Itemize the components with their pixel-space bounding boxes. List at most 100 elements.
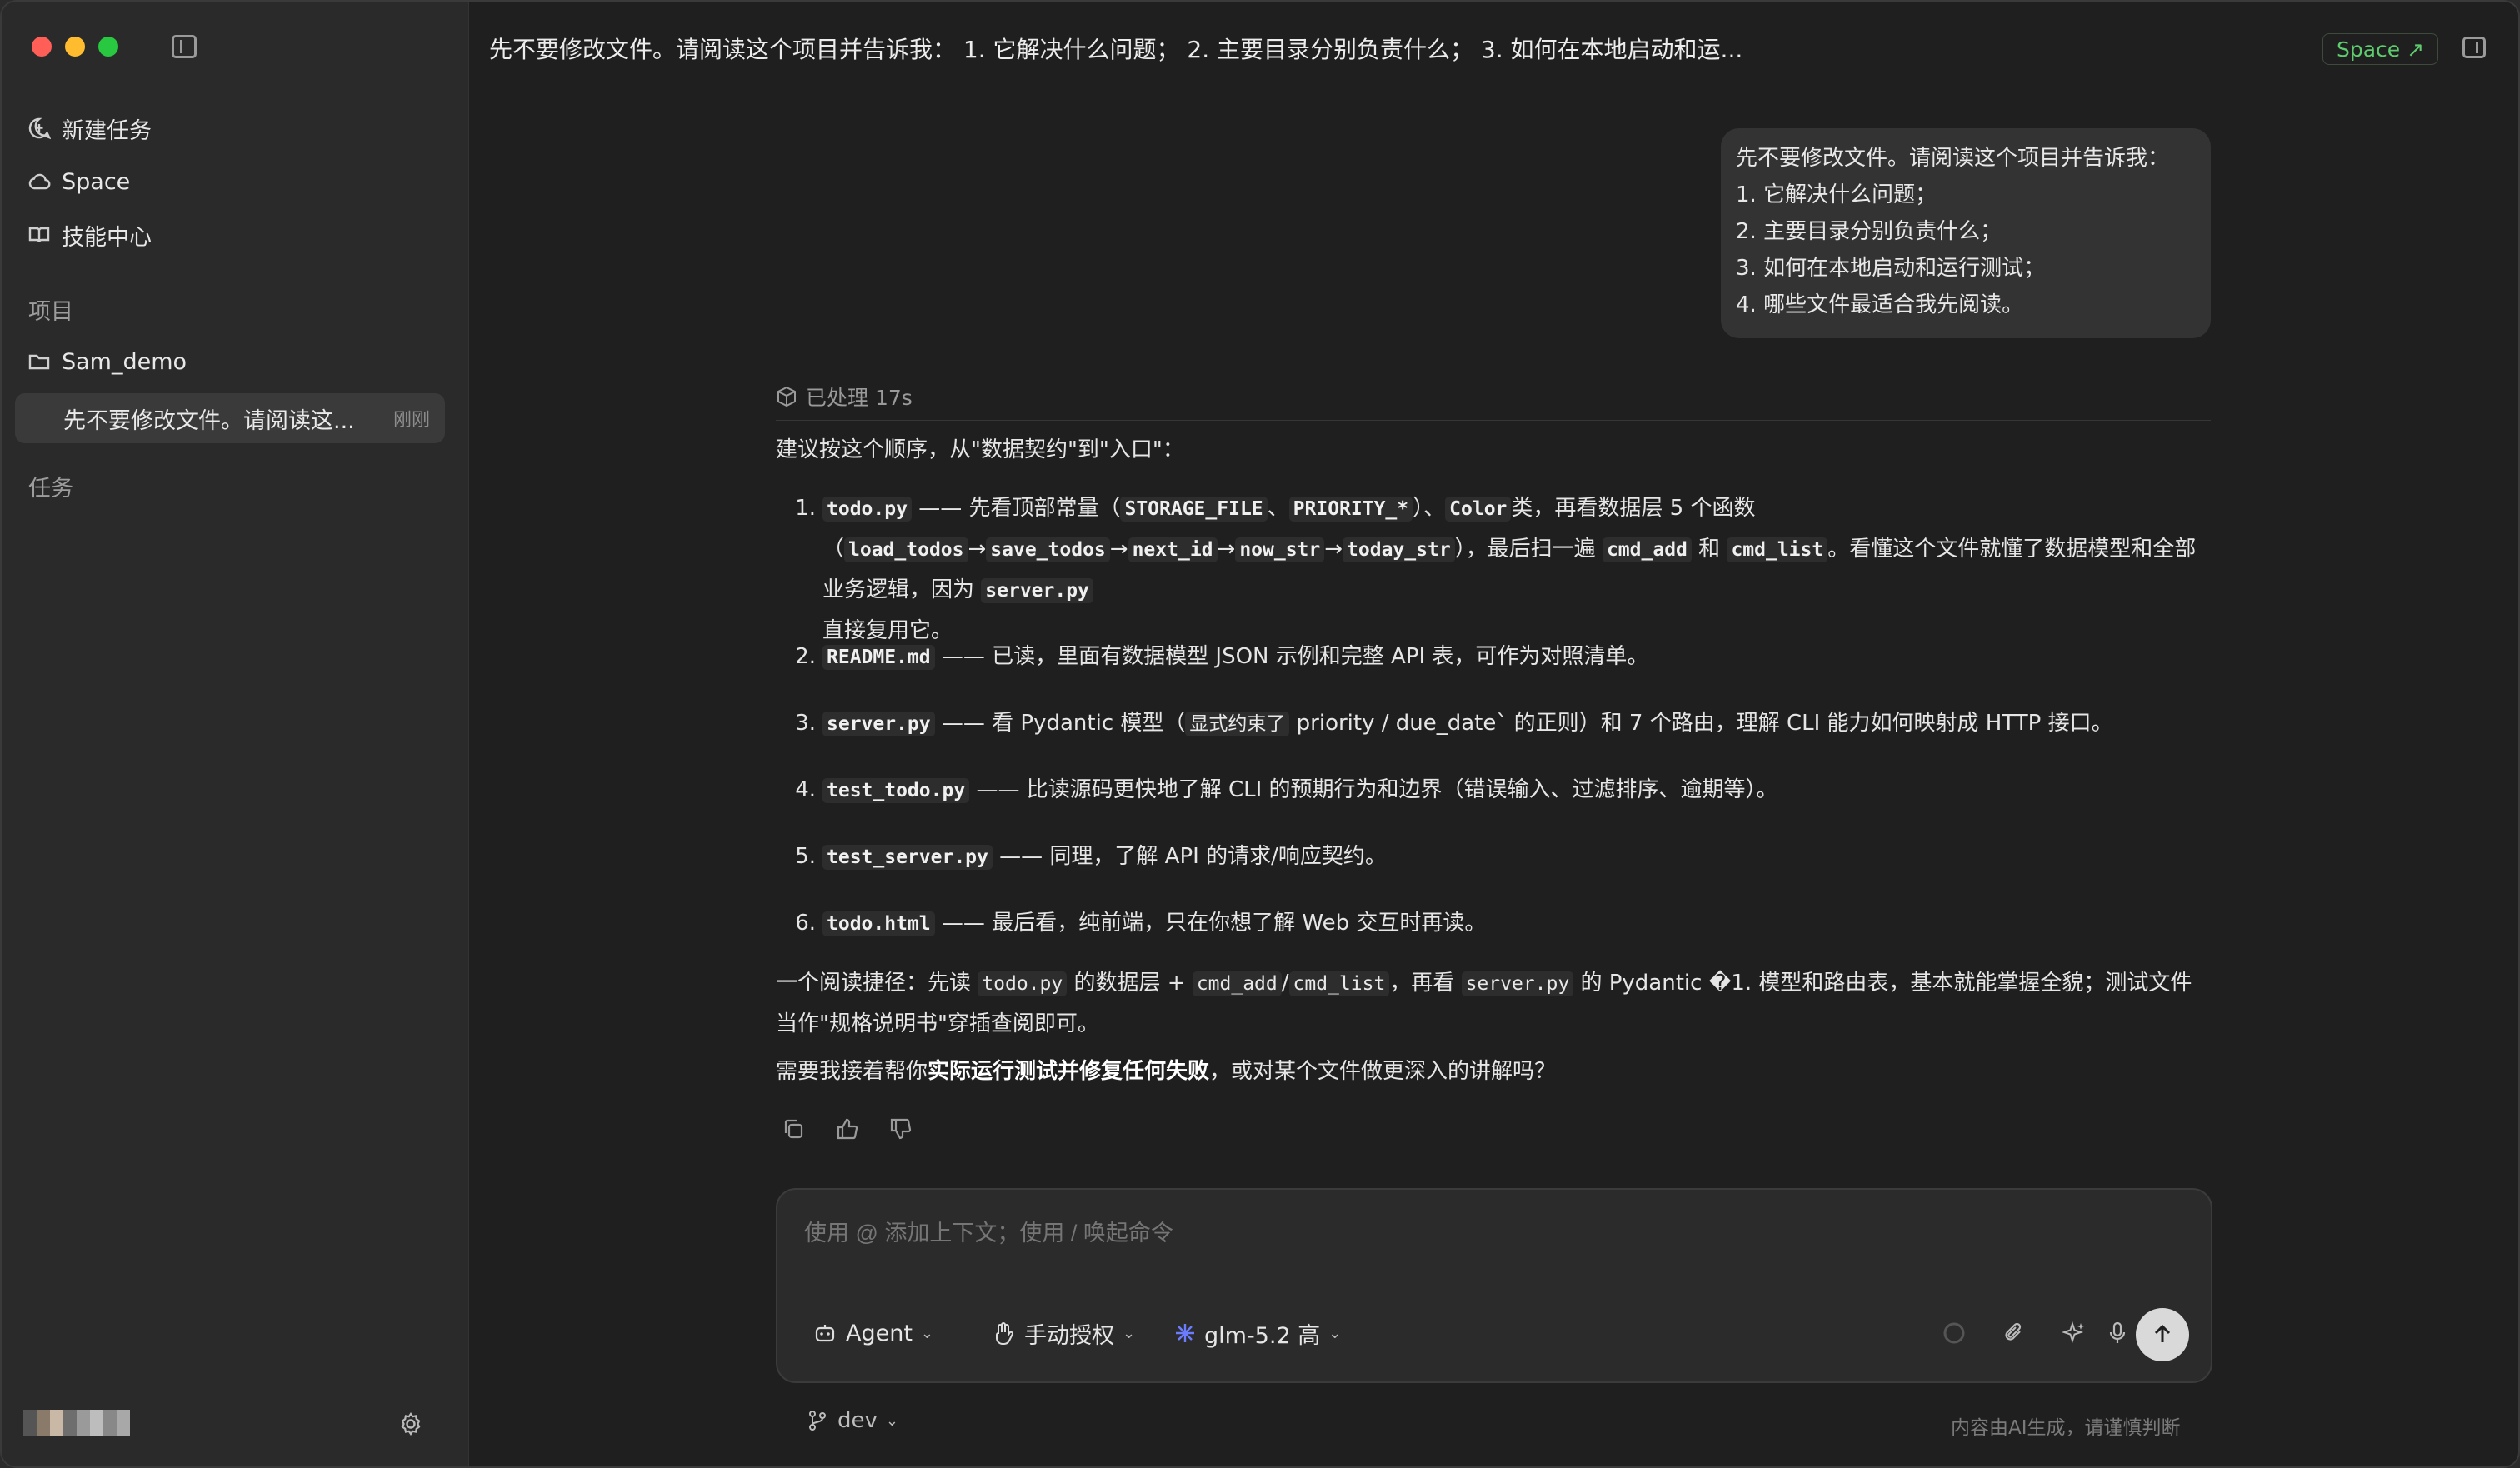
projects-section-label: 项目 [28, 299, 73, 325]
code-segment: Color [1445, 497, 1512, 522]
task-item-active[interactable]: 先不要修改文件。请阅读这... 刚刚 [15, 393, 445, 443]
text-segment: → [1109, 537, 1128, 562]
text-segment: / [1281, 971, 1289, 996]
file-code: todo.html [822, 911, 935, 936]
list-number: 3. [795, 711, 816, 736]
list-body: test_server.py —— 同理，了解 API 的请求/响应契约。 [822, 836, 2212, 877]
text-segment: —— 同理，了解 API 的请求/响应契约。 [999, 844, 1387, 869]
permission-label: 手动授权 [1024, 1322, 1114, 1349]
toggle-panel-icon[interactable] [2462, 37, 2486, 58]
topbar: 先不要修改文件。请阅读这个项目并告诉我： 1. 它解决什么问题； 2. 主要目录… [469, 2, 2518, 93]
message-actions [779, 1115, 914, 1143]
user-message-line: 先不要修改文件。请阅读这个项目并告诉我： [1736, 146, 2170, 171]
bold-segment: 实际运行测试并修复任何失败 [928, 1059, 1210, 1084]
sidebar-item-skills[interactable]: 技能中心 [27, 212, 443, 258]
book-icon [27, 222, 52, 247]
send-button[interactable] [2136, 1308, 2189, 1361]
attachment-icon[interactable] [1998, 1316, 2031, 1350]
sidebar-item-label: Space [62, 168, 131, 195]
processed-status[interactable]: 已处理 17s [776, 382, 912, 412]
avatar[interactable] [23, 1410, 130, 1436]
app-window: 新建任务 Space 技能中心 项目 Sam_demo 先不要修改文件。请阅读这… [0, 0, 2520, 1468]
user-message-line: 3. 如何在本地启动和运行测试； [1736, 256, 2046, 281]
code-segment: server.py [981, 578, 1093, 603]
arrow-up-icon [2154, 1324, 2171, 1342]
answer-closing: 需要我接着帮你实际运行测试并修复任何失败，或对某个文件做更深入的讲解吗？ [776, 1051, 2212, 1091]
text-segment: 和 [1698, 537, 1721, 562]
text-segment: —— 最后看，纯前端，只在你想了解 Web 交互时再读。 [941, 911, 1487, 936]
tasks-section-label: 任务 [28, 476, 73, 502]
project-item[interactable]: Sam_demo [27, 338, 187, 385]
text-segment: ），最后扫一遍 [1454, 537, 1596, 562]
ai-disclaimer: 内容由AI生成，请谨慎判断 [1951, 1417, 2181, 1439]
project-name: Sam_demo [62, 348, 188, 375]
cloud-icon [27, 169, 52, 194]
maximize-window-button[interactable] [98, 37, 118, 57]
text-segment: priority / due_date` 的正则）和 7 个路由，理解 CLI … [1289, 711, 2113, 736]
file-code: test_todo.py [822, 778, 970, 803]
text-segment: 一个阅读捷径：先读 [776, 971, 972, 996]
microphone-icon[interactable] [2101, 1316, 2134, 1350]
text-segment: —— 先看顶部常量（ [918, 496, 1121, 521]
new-task-icon [27, 116, 52, 141]
space-button[interactable]: Space ↗ [2322, 33, 2439, 65]
code-segment: load_todos [844, 537, 968, 562]
sparkle-icon[interactable] [2058, 1316, 2091, 1350]
hand-icon [996, 1322, 1013, 1345]
chevron-down-icon: ⌄ [885, 1411, 898, 1430]
user-message-line: 1. 它解决什么问题； [1736, 182, 1938, 207]
page-title: 先不要修改文件。请阅读这个项目并告诉我： 1. 它解决什么问题； 2. 主要目录… [489, 36, 1743, 63]
main-panel: 先不要修改文件。请阅读这个项目并告诉我： 1. 它解决什么问题； 2. 主要目录… [468, 2, 2518, 1466]
text-segment: —— 比读源码更快地了解 CLI 的预期行为和边界（错误输入、过滤排序、逾期等）… [976, 777, 1778, 802]
prompt-input[interactable] [804, 1215, 2138, 1251]
branch-selector[interactable]: dev ⌄ [806, 1408, 898, 1433]
list-number: 6. [795, 911, 816, 936]
git-branch-icon [809, 1411, 826, 1431]
thumbs-down-icon[interactable] [886, 1115, 914, 1143]
answer-intro: 建议按这个顺序，从"数据契约"到"入口"： [776, 437, 1184, 462]
copy-icon[interactable] [779, 1115, 808, 1143]
code-segment: cmd_list [1727, 537, 1828, 562]
agent-selector[interactable]: Agent ⌄ [812, 1313, 933, 1353]
code-segment: now_str [1235, 537, 1325, 562]
list-number: 5. [795, 844, 816, 869]
code-segment: server.py [1461, 971, 1574, 996]
status-circle-icon[interactable] [1938, 1316, 1971, 1350]
text-segment: —— 看 Pydantic 模型（ [941, 711, 1186, 736]
text-segment: → [1217, 537, 1236, 562]
sidebar-item-space[interactable]: Space [27, 158, 443, 205]
robot-icon [815, 1325, 835, 1342]
chevron-down-icon: ⌄ [1328, 1324, 1342, 1342]
processed-label: 已处理 17s [806, 386, 912, 410]
sidebar-item-label: 新建任务 [62, 117, 152, 144]
text-segment: 需要我接着帮你 [776, 1059, 928, 1084]
cube-icon [776, 386, 798, 407]
chevron-down-icon: ⌄ [920, 1324, 934, 1342]
answer-summary: 一个阅读捷径：先读 todo.py 的数据层 + cmd_add / cmd_lis… [776, 963, 2212, 1044]
agent-label: Agent [846, 1320, 912, 1346]
code-segment: 显式约束了 [1185, 712, 1290, 736]
branch-label: dev [838, 1408, 878, 1433]
thumbs-up-icon[interactable] [832, 1115, 861, 1143]
code-segment: next_id [1128, 537, 1218, 562]
divider [776, 420, 2211, 421]
list-body: todo.py —— 先看顶部常量（ STORAGE_FILE、 PRIORITY_… [822, 488, 2212, 651]
file-code: todo.py [822, 497, 912, 522]
text-segment: → [968, 537, 987, 562]
permission-selector[interactable]: 手动授权 ⌄ [991, 1313, 1135, 1353]
collapse-sidebar-icon[interactable] [172, 35, 197, 58]
sidebar-item-new-task[interactable]: 新建任务 [27, 105, 443, 152]
file-code: server.py [822, 712, 935, 736]
code-segment: PRIORITY_* [1288, 497, 1413, 522]
model-icon [1176, 1324, 1194, 1342]
close-window-button[interactable] [32, 37, 52, 57]
minimize-window-button[interactable] [65, 37, 85, 57]
task-title: 先不要修改文件。请阅读这... [63, 407, 355, 434]
code-segment: STORAGE_FILE [1120, 497, 1268, 522]
gear-icon[interactable] [398, 1411, 423, 1436]
code-segment: todo.py [978, 971, 1068, 996]
text-segment: —— 已读，里面有数据模型 JSON 示例和完整 API 表，可作为对照清单。 [941, 644, 1649, 669]
list-number: 2. [795, 644, 816, 669]
user-message-bubble: 先不要修改文件。请阅读这个项目并告诉我： 1. 它解决什么问题； 2. 主要目录… [1721, 128, 2211, 338]
model-selector[interactable]: glm-5.2 高 ⌄ [1174, 1313, 1341, 1353]
